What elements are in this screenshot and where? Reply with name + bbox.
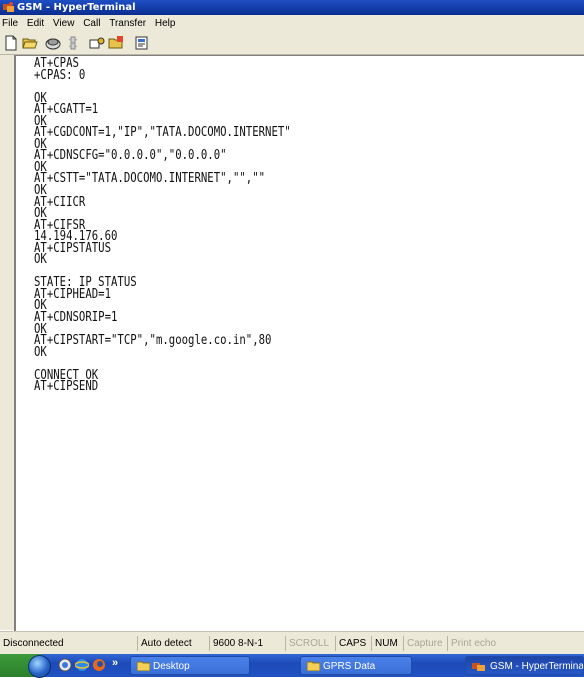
status-print-echo: Print echo (451, 638, 497, 649)
ie-icon[interactable] (75, 658, 89, 672)
status-capture: Capture (404, 636, 448, 651)
menu-edit[interactable]: Edit (24, 15, 47, 32)
menu-bar: File Edit View Call Transfer Help (0, 15, 584, 32)
terminal-line: OK (34, 90, 47, 106)
terminal-line: +CPAS: 0 (34, 67, 86, 83)
terminal-line: AT+CIPSEND (34, 379, 99, 395)
menu-help[interactable]: Help (152, 15, 179, 32)
status-connection: Disconnected (0, 636, 138, 651)
taskbar-desktop-label: Desktop (153, 661, 190, 672)
folder-icon (307, 661, 320, 671)
status-bar: Disconnected Auto detect 9600 8-N-1 SCRO… (0, 631, 584, 655)
taskbar-gprs-data[interactable]: GPRS Data (300, 656, 412, 675)
quicklaunch-app-icon[interactable] (58, 658, 72, 672)
start-orb-icon[interactable] (28, 655, 51, 678)
window-title: GSM - HyperTerminal (17, 2, 136, 13)
status-num: NUM (372, 636, 404, 651)
status-detect: Auto detect (138, 636, 210, 651)
toolbar (0, 32, 584, 55)
terminal-line: OK (34, 252, 47, 268)
menu-file[interactable]: File (0, 15, 21, 32)
hyperterminal-icon (472, 663, 485, 671)
terminal-line: OK (34, 206, 47, 222)
left-margin (0, 55, 14, 630)
terminal-line: AT+CGATT=1 (34, 102, 99, 118)
terminal-line: OK (34, 344, 47, 360)
terminal-line: AT+CDNSCFG="0.0.0.0","0.0.0.0" (34, 148, 227, 164)
firefox-icon[interactable] (92, 658, 106, 672)
terminal-line: OK (34, 183, 47, 199)
menu-view[interactable]: View (50, 15, 78, 32)
taskbar-hyperterminal-label: GSM - HyperTerminal (490, 661, 584, 672)
taskbar-hyperterminal[interactable]: GSM - HyperTerminal (465, 656, 584, 675)
hyperterminal-icon (3, 2, 14, 12)
taskbar-gprs-label: GPRS Data (323, 661, 376, 672)
menu-transfer[interactable]: Transfer (106, 15, 149, 32)
terminal-line: CONNECT OK (34, 367, 99, 383)
terminal-line: AT+CIPSTATUS (34, 240, 112, 256)
send-icon[interactable] (89, 35, 105, 51)
terminal-line: AT+CIPHEAD=1 (34, 286, 112, 302)
menu-call[interactable]: Call (80, 15, 103, 32)
quicklaunch-chevron[interactable]: » (112, 657, 118, 669)
terminal-line: AT+CSTT="TATA.DOCOMO.INTERNET","","" (34, 171, 266, 187)
status-scroll: SCROLL (286, 636, 336, 651)
new-icon[interactable] (3, 35, 19, 51)
taskbar: » Desktop GPRS Data GSM - HyperTerminal (0, 654, 584, 678)
taskbar-desktop[interactable]: Desktop (130, 656, 250, 675)
connect-icon[interactable] (45, 35, 61, 51)
terminal-line: AT+CPAS (34, 56, 79, 71)
terminal-line: AT+CIPSTART="TCP","m.google.co.in",80 (34, 333, 272, 349)
terminal-line: AT+CDNSORIP=1 (34, 310, 118, 326)
terminal-line: AT+CIICR (34, 194, 86, 210)
title-bar[interactable]: GSM - HyperTerminal (0, 0, 584, 15)
receive-icon[interactable] (108, 35, 124, 51)
terminal-line: AT+CGDCONT=1,"IP","TATA.DOCOMO.INTERNET" (34, 125, 291, 141)
disconnect-icon[interactable] (65, 35, 81, 51)
status-settings: 9600 8-N-1 (210, 636, 286, 651)
terminal-window[interactable]: AT+CPAS +CPAS: 0 OK AT+CGATT=1 OK AT+CGDCONT=… (14, 55, 584, 631)
terminal-output: AT+CPAS +CPAS: 0 OK AT+CGATT=1 OK AT+CGDCONT=… (34, 56, 481, 395)
folder-icon (137, 661, 150, 671)
open-icon[interactable] (22, 35, 38, 51)
status-caps: CAPS (336, 636, 372, 651)
properties-icon[interactable] (134, 35, 150, 51)
